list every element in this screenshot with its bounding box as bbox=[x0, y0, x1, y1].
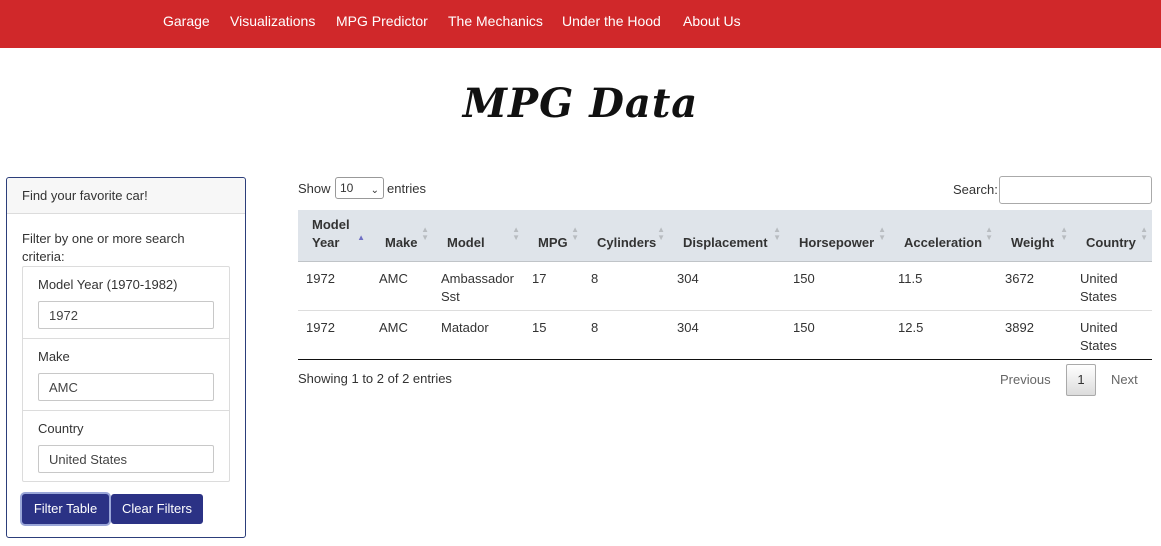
column-header-make[interactable]: Make ▲ ▼ bbox=[371, 210, 433, 262]
cell-acceleration: 12.5 bbox=[898, 320, 924, 335]
column-header-country[interactable]: Country ▲ ▼ bbox=[1072, 210, 1152, 262]
page-title: MPG Data bbox=[462, 80, 699, 127]
cell-cylinders: 8 bbox=[591, 320, 599, 335]
table-row[interactable]: 1972 AMC Ambassador Sst 17 8 304 150 11.5… bbox=[298, 262, 1152, 311]
cell-make: AMC bbox=[379, 271, 408, 286]
filter-table-button[interactable]: Filter Table bbox=[22, 494, 109, 524]
cell-mpg: 17 bbox=[532, 271, 547, 286]
table-info: Showing 1 to 2 of 2 entries bbox=[298, 371, 452, 386]
column-header-label: Country bbox=[1086, 235, 1136, 250]
column-header-acceleration[interactable]: Acceleration ▲ ▼ bbox=[890, 210, 997, 262]
entries-select-value: 10 bbox=[340, 181, 354, 195]
column-header-label: Cylinders bbox=[597, 235, 657, 250]
sort-icon: ▲ ▼ bbox=[1060, 225, 1068, 242]
pagination-previous-button[interactable]: Previous bbox=[1000, 372, 1051, 387]
sort-icon: ▲ ▼ bbox=[985, 225, 993, 242]
search-label: Search: bbox=[953, 182, 998, 197]
chevron-down-icon: ⌄ bbox=[370, 185, 379, 196]
clear-filters-button[interactable]: Clear Filters bbox=[111, 494, 203, 524]
sort-icon: ▲ ▼ bbox=[878, 225, 886, 242]
pagination-page-1-button[interactable]: 1 bbox=[1066, 364, 1096, 396]
column-header-mpg[interactable]: MPG ▲ ▼ bbox=[524, 210, 583, 262]
filter-field-list: Model Year (1970-1982) Make Country bbox=[22, 266, 230, 482]
cell-model-year: 1972 bbox=[306, 271, 335, 286]
filter-instructions: Filter by one or more search criteria: bbox=[22, 231, 185, 264]
filter-item-country: Country bbox=[23, 411, 229, 483]
column-header-label: MPG bbox=[538, 235, 568, 250]
column-header-label: Year bbox=[312, 235, 340, 250]
nav-link-the-mechanics[interactable]: The Mechanics bbox=[448, 13, 543, 29]
column-header-label: Acceleration bbox=[904, 235, 983, 250]
filter-card-header: Find your favorite car! bbox=[7, 178, 245, 214]
make-input[interactable] bbox=[38, 373, 214, 401]
model-year-input[interactable] bbox=[38, 301, 214, 329]
sort-ascending-icon: ▲ bbox=[357, 233, 365, 242]
cell-make: AMC bbox=[379, 320, 408, 335]
model-year-label: Model Year (1970-1982) bbox=[38, 277, 178, 292]
table-bottom-border bbox=[298, 359, 1152, 360]
filter-card: Find your favorite car! Filter by one or… bbox=[6, 177, 246, 538]
column-header-label: Horsepower bbox=[799, 235, 875, 250]
filter-card-title: Find your favorite car! bbox=[22, 188, 148, 203]
table-row[interactable]: 1972 AMC Matador 15 8 304 150 12.5 3892 … bbox=[298, 311, 1152, 359]
nav-link-under-the-hood[interactable]: Under the Hood bbox=[562, 13, 661, 29]
column-header-label: Weight bbox=[1011, 235, 1055, 250]
cell-country: United States bbox=[1080, 320, 1118, 353]
cell-country: United States bbox=[1080, 271, 1118, 304]
sort-icon: ▲ ▼ bbox=[421, 225, 429, 242]
pagination-next-button[interactable]: Next bbox=[1111, 372, 1138, 387]
country-label: Country bbox=[38, 421, 84, 436]
sort-icon: ▲ ▼ bbox=[657, 225, 665, 242]
column-header-label: Make bbox=[385, 235, 418, 250]
cell-horsepower: 150 bbox=[793, 271, 815, 286]
show-label: Show bbox=[298, 181, 331, 196]
entries-label: entries bbox=[387, 181, 427, 196]
country-input[interactable] bbox=[38, 445, 214, 473]
sort-icon: ▲ ▼ bbox=[571, 225, 579, 242]
cell-displacement: 304 bbox=[677, 271, 699, 286]
cell-acceleration: 11.5 bbox=[898, 271, 923, 286]
cell-model: Ambassador Sst bbox=[441, 271, 514, 304]
column-header-cylinders[interactable]: Cylinders ▲ ▼ bbox=[583, 210, 669, 262]
cell-model-year: 1972 bbox=[306, 320, 335, 335]
column-header-displacement[interactable]: Displacement ▲ ▼ bbox=[669, 210, 785, 262]
nav-link-mpg-predictor[interactable]: MPG Predictor bbox=[336, 13, 428, 29]
top-navbar: Garage Visualizations MPG Predictor The … bbox=[0, 0, 1161, 48]
cell-weight: 3672 bbox=[1005, 271, 1034, 286]
table-header-row: Model Year ▲ Make ▲ ▼ Model ▲ ▼ MPG ▲ ▼ Cyli… bbox=[298, 210, 1152, 262]
cell-cylinders: 8 bbox=[591, 271, 599, 286]
nav-link-about-us[interactable]: About Us bbox=[683, 13, 741, 29]
search-input[interactable] bbox=[999, 176, 1152, 204]
filter-item-model-year: Model Year (1970-1982) bbox=[23, 267, 229, 339]
filter-item-make: Make bbox=[23, 339, 229, 411]
entries-select[interactable]: 10 ⌄ bbox=[335, 177, 384, 199]
column-header-label: Model bbox=[447, 235, 485, 250]
cell-displacement: 304 bbox=[677, 320, 699, 335]
sort-icon: ▲ ▼ bbox=[512, 225, 520, 242]
make-label: Make bbox=[38, 349, 70, 364]
cell-model: Matador bbox=[441, 320, 489, 335]
cell-horsepower: 150 bbox=[793, 320, 815, 335]
sort-icon: ▲ ▼ bbox=[1140, 225, 1148, 242]
nav-link-garage[interactable]: Garage bbox=[163, 13, 210, 29]
cell-weight: 3892 bbox=[1005, 320, 1034, 335]
nav-link-visualizations[interactable]: Visualizations bbox=[230, 13, 315, 29]
column-header-model[interactable]: Model ▲ ▼ bbox=[433, 210, 524, 262]
sort-icon: ▲ ▼ bbox=[773, 225, 781, 242]
column-header-model-year[interactable]: Model Year ▲ bbox=[298, 210, 369, 262]
column-header-label: Displacement bbox=[683, 235, 768, 250]
column-header-weight[interactable]: Weight ▲ ▼ bbox=[997, 210, 1072, 262]
column-header-horsepower[interactable]: Horsepower ▲ ▼ bbox=[785, 210, 890, 262]
cell-mpg: 15 bbox=[532, 320, 547, 335]
column-header-label: Model bbox=[312, 217, 350, 232]
